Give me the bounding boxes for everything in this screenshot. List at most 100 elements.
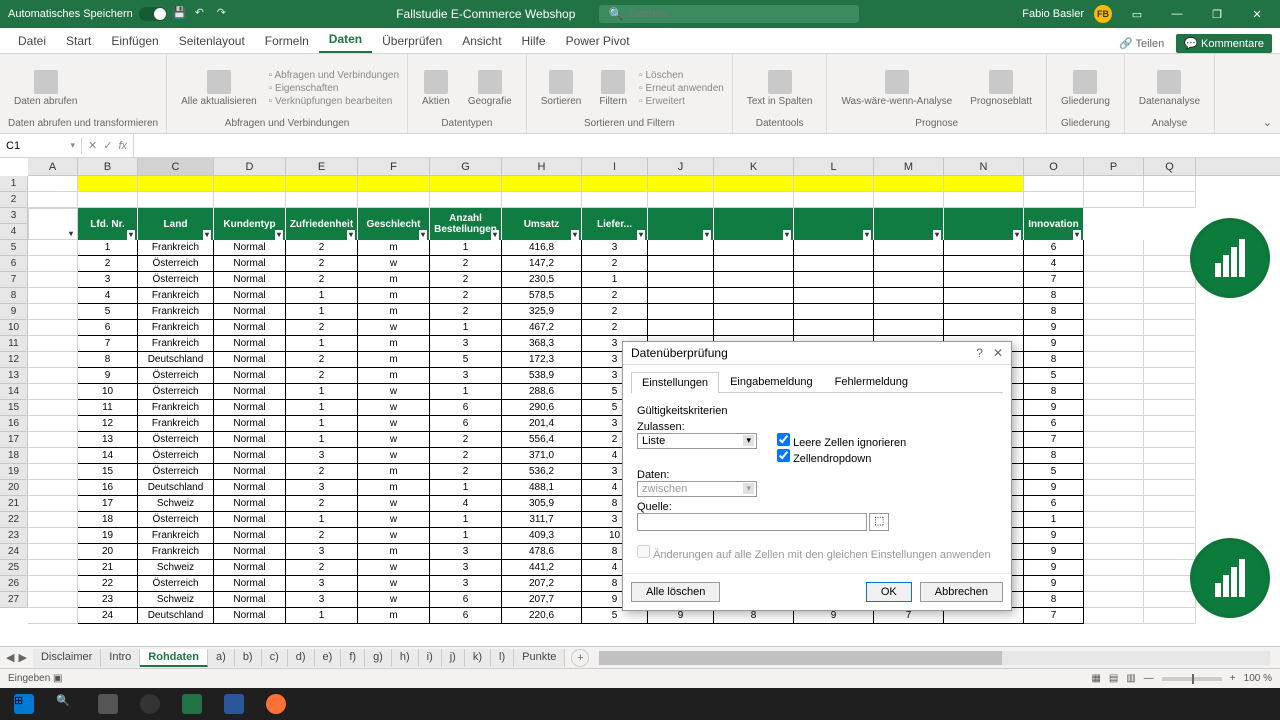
cell[interactable]: 3 — [286, 592, 358, 608]
cell[interactable]: 18 — [78, 512, 138, 528]
cell[interactable]: 6 — [1024, 496, 1084, 512]
cell[interactable]: 2 — [582, 304, 648, 320]
cell[interactable]: 2 — [286, 272, 358, 288]
cell[interactable]: 1 — [286, 336, 358, 352]
cell[interactable]: Normal — [214, 400, 286, 416]
cell[interactable]: Schweiz — [138, 496, 214, 512]
cell[interactable]: m — [358, 288, 430, 304]
sheet-tab[interactable]: Rohdaten — [140, 649, 208, 667]
cell[interactable]: w — [358, 256, 430, 272]
column-header[interactable]: K — [714, 158, 794, 175]
cell[interactable]: Normal — [214, 448, 286, 464]
cell[interactable]: Normal — [214, 592, 286, 608]
ribbon-tab-start[interactable]: Start — [56, 29, 101, 53]
cell[interactable]: 6 — [1024, 240, 1084, 256]
cell[interactable]: w — [358, 576, 430, 592]
cell[interactable] — [714, 288, 794, 304]
ribbon-button[interactable]: Aktien — [416, 68, 456, 109]
ribbon-small-button[interactable]: ▫ Abfragen und Verbindungen — [269, 70, 399, 81]
row-header[interactable]: 10 — [0, 320, 27, 336]
cell[interactable]: 2 — [286, 528, 358, 544]
cell[interactable]: 1 — [582, 272, 648, 288]
cell[interactable]: 8 — [1024, 448, 1084, 464]
column-header[interactable]: L — [794, 158, 874, 175]
sheet-tab[interactable]: g) — [365, 649, 392, 667]
row-header[interactable]: 25 — [0, 560, 27, 576]
dialog-tab[interactable]: Einstellungen — [631, 372, 719, 393]
row-header[interactable]: 3 — [0, 208, 27, 224]
dialog-tab[interactable]: Eingabemeldung — [719, 371, 824, 392]
cell[interactable]: Frankreich — [138, 304, 214, 320]
cell[interactable] — [794, 304, 874, 320]
confirm-entry-icon[interactable]: ✓ — [103, 139, 112, 152]
cell[interactable]: m — [358, 368, 430, 384]
cell[interactable]: 9 — [78, 368, 138, 384]
cell[interactable] — [794, 272, 874, 288]
cell[interactable] — [358, 176, 430, 192]
column-header[interactable]: A — [28, 158, 78, 175]
cell[interactable]: 1 — [1024, 512, 1084, 528]
ignore-blank-checkbox[interactable]: Leere Zellen ignorieren — [777, 437, 906, 449]
range-picker-icon[interactable]: ⬚ — [869, 513, 889, 531]
cell[interactable]: 6 — [430, 400, 502, 416]
cell[interactable] — [648, 304, 714, 320]
prev-sheet-icon[interactable]: ◀ — [6, 651, 14, 664]
close-icon[interactable]: ✕ — [1242, 0, 1272, 28]
cell[interactable]: 8 — [1024, 352, 1084, 368]
sheet-tab[interactable]: k) — [465, 649, 491, 667]
cell[interactable] — [944, 176, 1024, 192]
cell[interactable]: Normal — [214, 288, 286, 304]
cell[interactable]: Österreich — [138, 368, 214, 384]
cell[interactable] — [714, 240, 794, 256]
cell[interactable]: Normal — [214, 304, 286, 320]
fx-icon[interactable]: fx — [118, 140, 127, 152]
source-input[interactable] — [637, 513, 867, 531]
row-header[interactable]: 5 — [0, 240, 27, 256]
ribbon-tab-datei[interactable]: Datei — [8, 29, 56, 53]
comments-button[interactable]: 💬 Kommentare — [1176, 34, 1272, 53]
cell[interactable] — [78, 176, 138, 192]
ribbon-button[interactable]: Geografie — [462, 68, 518, 109]
ribbon-tab-ansicht[interactable]: Ansicht — [452, 29, 511, 53]
cell[interactable]: 1 — [286, 384, 358, 400]
name-box[interactable]: C1▾ — [0, 138, 82, 154]
cell[interactable]: 14 — [78, 448, 138, 464]
cell[interactable]: Frankreich — [138, 400, 214, 416]
cell[interactable]: Normal — [214, 528, 286, 544]
cell[interactable] — [944, 256, 1024, 272]
cell[interactable]: 20 — [78, 544, 138, 560]
cell[interactable]: 21 — [78, 560, 138, 576]
save-icon[interactable]: 💾 — [173, 6, 189, 22]
cell[interactable]: Frankreich — [138, 288, 214, 304]
cell[interactable]: m — [358, 480, 430, 496]
cell[interactable]: 488,1 — [502, 480, 582, 496]
search-input[interactable] — [630, 8, 830, 20]
cell[interactable]: 16 — [78, 480, 138, 496]
cell[interactable]: 207,7 — [502, 592, 582, 608]
cell[interactable] — [28, 176, 78, 192]
table-header[interactable]: Umsatz — [502, 208, 582, 240]
cell[interactable]: 2 — [286, 256, 358, 272]
cell[interactable] — [138, 176, 214, 192]
view-break-icon[interactable]: ▥ — [1126, 673, 1135, 684]
cell[interactable]: 305,9 — [502, 496, 582, 512]
cell[interactable]: Frankreich — [138, 336, 214, 352]
column-header[interactable]: M — [874, 158, 944, 175]
cell[interactable]: 9 — [1024, 576, 1084, 592]
row-header[interactable]: 8 — [0, 288, 27, 304]
ribbon-small-button[interactable]: ▫ Erneut anwenden — [639, 83, 724, 94]
cell[interactable]: 1 — [286, 608, 358, 624]
cell[interactable]: 3 — [78, 272, 138, 288]
cell[interactable]: Frankreich — [138, 544, 214, 560]
cell[interactable]: 147,2 — [502, 256, 582, 272]
cell[interactable]: Österreich — [138, 576, 214, 592]
cell[interactable]: 23 — [78, 592, 138, 608]
cell[interactable] — [794, 192, 874, 208]
cell[interactable]: 2 — [286, 464, 358, 480]
column-header[interactable]: J — [648, 158, 714, 175]
cell[interactable]: 9 — [1024, 320, 1084, 336]
ribbon-button[interactable]: Datenanalyse — [1133, 68, 1206, 109]
cell[interactable]: 556,4 — [502, 432, 582, 448]
cell[interactable]: 2 — [430, 288, 502, 304]
table-header[interactable]: Geschlecht — [358, 208, 430, 240]
